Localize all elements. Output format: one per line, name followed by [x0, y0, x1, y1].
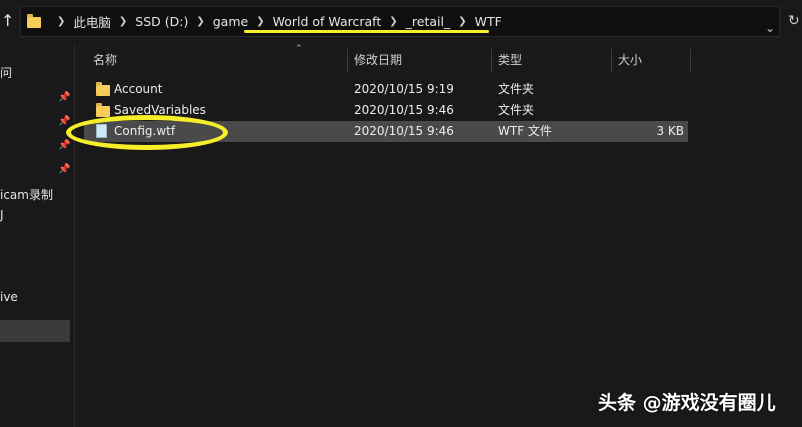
column-divider[interactable] [690, 49, 691, 73]
column-name[interactable]: 名称 [93, 49, 117, 73]
folder-icon [96, 82, 110, 96]
file-date: 2020/10/15 9:19 [354, 82, 454, 96]
annotation-circle [66, 115, 228, 150]
annotation-underline [244, 30, 489, 33]
nav-item-selected[interactable] [0, 320, 70, 342]
pin-icon: 📌 [58, 140, 71, 151]
chevron-right-icon[interactable]: ❯ [196, 16, 204, 27]
file-type: 文件夹 [498, 82, 535, 96]
column-divider[interactable] [347, 49, 348, 73]
pin-icon: 📌 [58, 116, 71, 127]
column-divider[interactable] [611, 49, 612, 73]
chevron-right-icon[interactable]: ❯ [458, 16, 466, 27]
pin-icon: 📌 [58, 92, 71, 103]
watermark: 头条 @游戏没有圈儿 [598, 392, 776, 414]
file-type: WTF 文件 [498, 124, 552, 138]
file-date: 2020/10/15 9:46 [354, 103, 454, 117]
breadcrumb-item-retail[interactable]: _retail_ [406, 14, 451, 29]
breadcrumb-item-this-pc[interactable]: 此电脑 [73, 12, 111, 31]
refresh-icon[interactable]: ↻ [788, 13, 800, 29]
file-name: Account [114, 82, 163, 96]
chevron-right-icon[interactable]: ❯ [256, 16, 264, 27]
nav-item[interactable]: icam录制 [0, 186, 53, 203]
navigation-pane: 问 📌 📌 📌 📌 icam录制 J ive [0, 44, 72, 427]
pane-splitter[interactable] [74, 44, 75, 427]
chevron-right-icon[interactable]: ❯ [57, 16, 65, 27]
breadcrumb-item-game[interactable]: game [213, 14, 248, 29]
nav-item[interactable]: J [0, 208, 4, 222]
sort-up-icon: ⌃ [295, 44, 303, 54]
up-arrow-icon[interactable]: ↑ [1, 11, 15, 31]
chevron-right-icon[interactable]: ❯ [119, 16, 127, 27]
file-date: 2020/10/15 9:46 [354, 124, 454, 138]
column-size[interactable]: 大小 [618, 49, 642, 73]
breadcrumb-item-drive[interactable]: SSD (D:) [135, 14, 188, 29]
pin-icon: 📌 [58, 164, 71, 175]
file-type: 文件夹 [498, 103, 535, 117]
column-header: ⌃ 名称 修改日期 类型 大小 [84, 44, 691, 73]
nav-item[interactable]: 问 [0, 64, 12, 81]
nav-item[interactable]: ive [0, 290, 18, 304]
chevron-right-icon[interactable]: ❯ [389, 16, 397, 27]
breadcrumb-item-wow[interactable]: World of Warcraft [273, 14, 382, 29]
file-size: 3 KB [656, 124, 684, 138]
column-divider[interactable] [491, 49, 492, 73]
column-type[interactable]: 类型 [498, 49, 522, 73]
history-dropdown-icon[interactable]: ⌄ [765, 21, 775, 35]
file-row[interactable]: Account 2020/10/15 9:19 文件夹 [84, 79, 688, 100]
breadcrumb-item-wtf[interactable]: WTF [475, 14, 502, 29]
folder-icon [27, 14, 41, 28]
folder-icon [96, 103, 110, 117]
address-bar-area: ↑ ❯ 此电脑 ❯ SSD (D:) ❯ game ❯ World of War… [0, 0, 802, 44]
column-date[interactable]: 修改日期 [354, 49, 402, 73]
